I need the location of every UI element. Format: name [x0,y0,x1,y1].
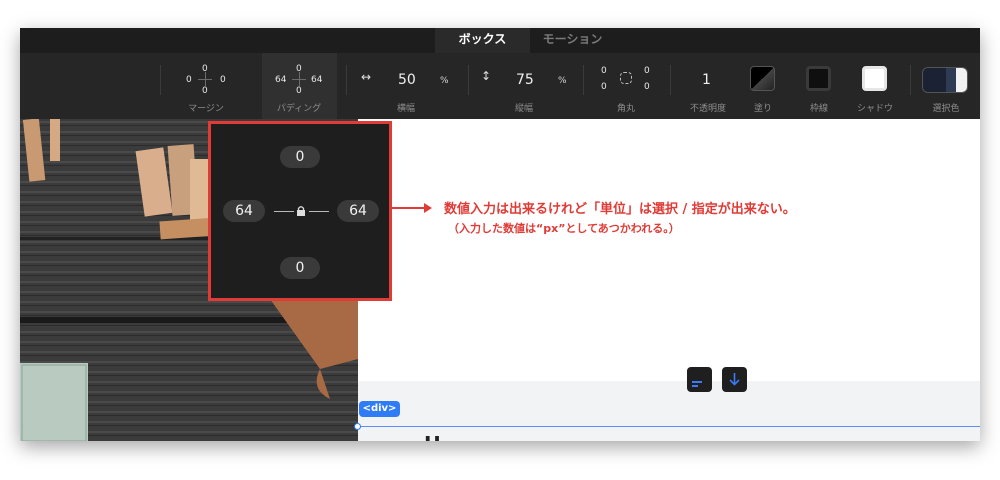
width-value[interactable]: 50 [398,72,416,88]
toolbar-divider [910,65,911,95]
shadow-label: シャドウ [856,104,893,114]
selection-color-label: 選択色 [932,104,960,114]
padding-bottom-input[interactable]: 0 [280,257,320,279]
padding-top-value: 0 [296,64,302,74]
toolbar-divider [583,65,584,95]
border-swatch[interactable] [806,66,831,91]
fill-swatch[interactable] [750,66,775,91]
padding-left-value: 64 [275,75,287,85]
style-toolbar: 0 0 0 0 マージン 0 64 64 0 パディング ↔ 50 % 横幅 ↕ [20,53,980,119]
radius-label: 角丸 [616,104,635,114]
canvas-white-area [358,119,980,381]
horizontal-arrows-icon: ↔ [361,70,372,84]
border-label: 枠線 [809,104,828,114]
margin-top-value: 0 [202,64,208,74]
radius-bottom-right-value: 0 [644,82,650,92]
height-unit: % [558,76,567,86]
width-unit: % [440,76,449,86]
shadow-swatch[interactable] [862,66,887,91]
annotation-main-text: 数値入力は出来るけれど「単位」は選択 / 指定が出来ない。 [444,202,796,217]
link-line-right [309,211,329,212]
annotation-arrow [392,203,432,213]
radius-top-left-value: 0 [601,66,607,76]
fill-label: 塗り [753,104,772,114]
margin-label: マージン [188,104,224,114]
align-lines-icon [692,381,702,387]
toolbar-divider [670,65,671,95]
radius-bottom-left-value: 0 [601,82,607,92]
tab-box[interactable]: ボックス [435,28,530,53]
selection-color-toggle[interactable] [922,67,968,93]
link-line-left [274,211,294,212]
resize-handle[interactable] [354,423,361,430]
tab-bar: ボックス モーション [20,28,980,53]
editor-window: ボックス モーション 0 0 0 0 マージン 0 64 64 0 パディング [20,28,980,441]
padding-cross-icon-v [299,72,300,86]
padding-bottom-value: 0 [296,86,302,96]
padding-right-input[interactable]: 64 [337,200,379,222]
width-label: 横幅 [396,104,415,114]
opacity-value[interactable]: 1 [702,72,711,88]
margin-right-value: 0 [220,75,226,85]
padding-left-input[interactable]: 64 [223,200,265,222]
lock-icon[interactable] [296,205,306,217]
arrow-down-icon [729,373,740,386]
padding-label: パディング [276,104,322,114]
padding-top-input[interactable]: 0 [280,146,320,168]
align-bottom-button[interactable] [687,367,712,392]
opacity-label: 不透明度 [689,104,726,114]
heading-fragment: H ── [424,432,472,441]
radius-top-right-value: 0 [644,66,650,76]
padding-popup: 0 64 64 0 [208,121,392,301]
padding-control[interactable]: 0 64 64 0 パディング [262,53,337,119]
margin-bottom-value: 0 [202,86,208,96]
toolbar-divider [346,65,347,95]
margin-cross-icon-v [205,72,206,86]
vertical-arrows-icon: ↕ [481,69,492,83]
height-value[interactable]: 75 [516,72,534,88]
tab-motion[interactable]: モーション [530,28,615,53]
move-down-button[interactable] [722,367,747,392]
annotation-sub-text: （入力した数値は“px”としてあつかわれる。） [448,222,680,235]
div-element-tag[interactable]: <div> [359,401,400,417]
toolbar-divider [468,65,469,95]
selection-outline [358,426,980,427]
margin-left-value: 0 [186,75,192,85]
padding-right-value: 64 [311,75,323,85]
toolbar-divider [160,65,161,95]
corner-radius-icon [620,72,632,84]
height-label: 縦幅 [514,104,533,114]
